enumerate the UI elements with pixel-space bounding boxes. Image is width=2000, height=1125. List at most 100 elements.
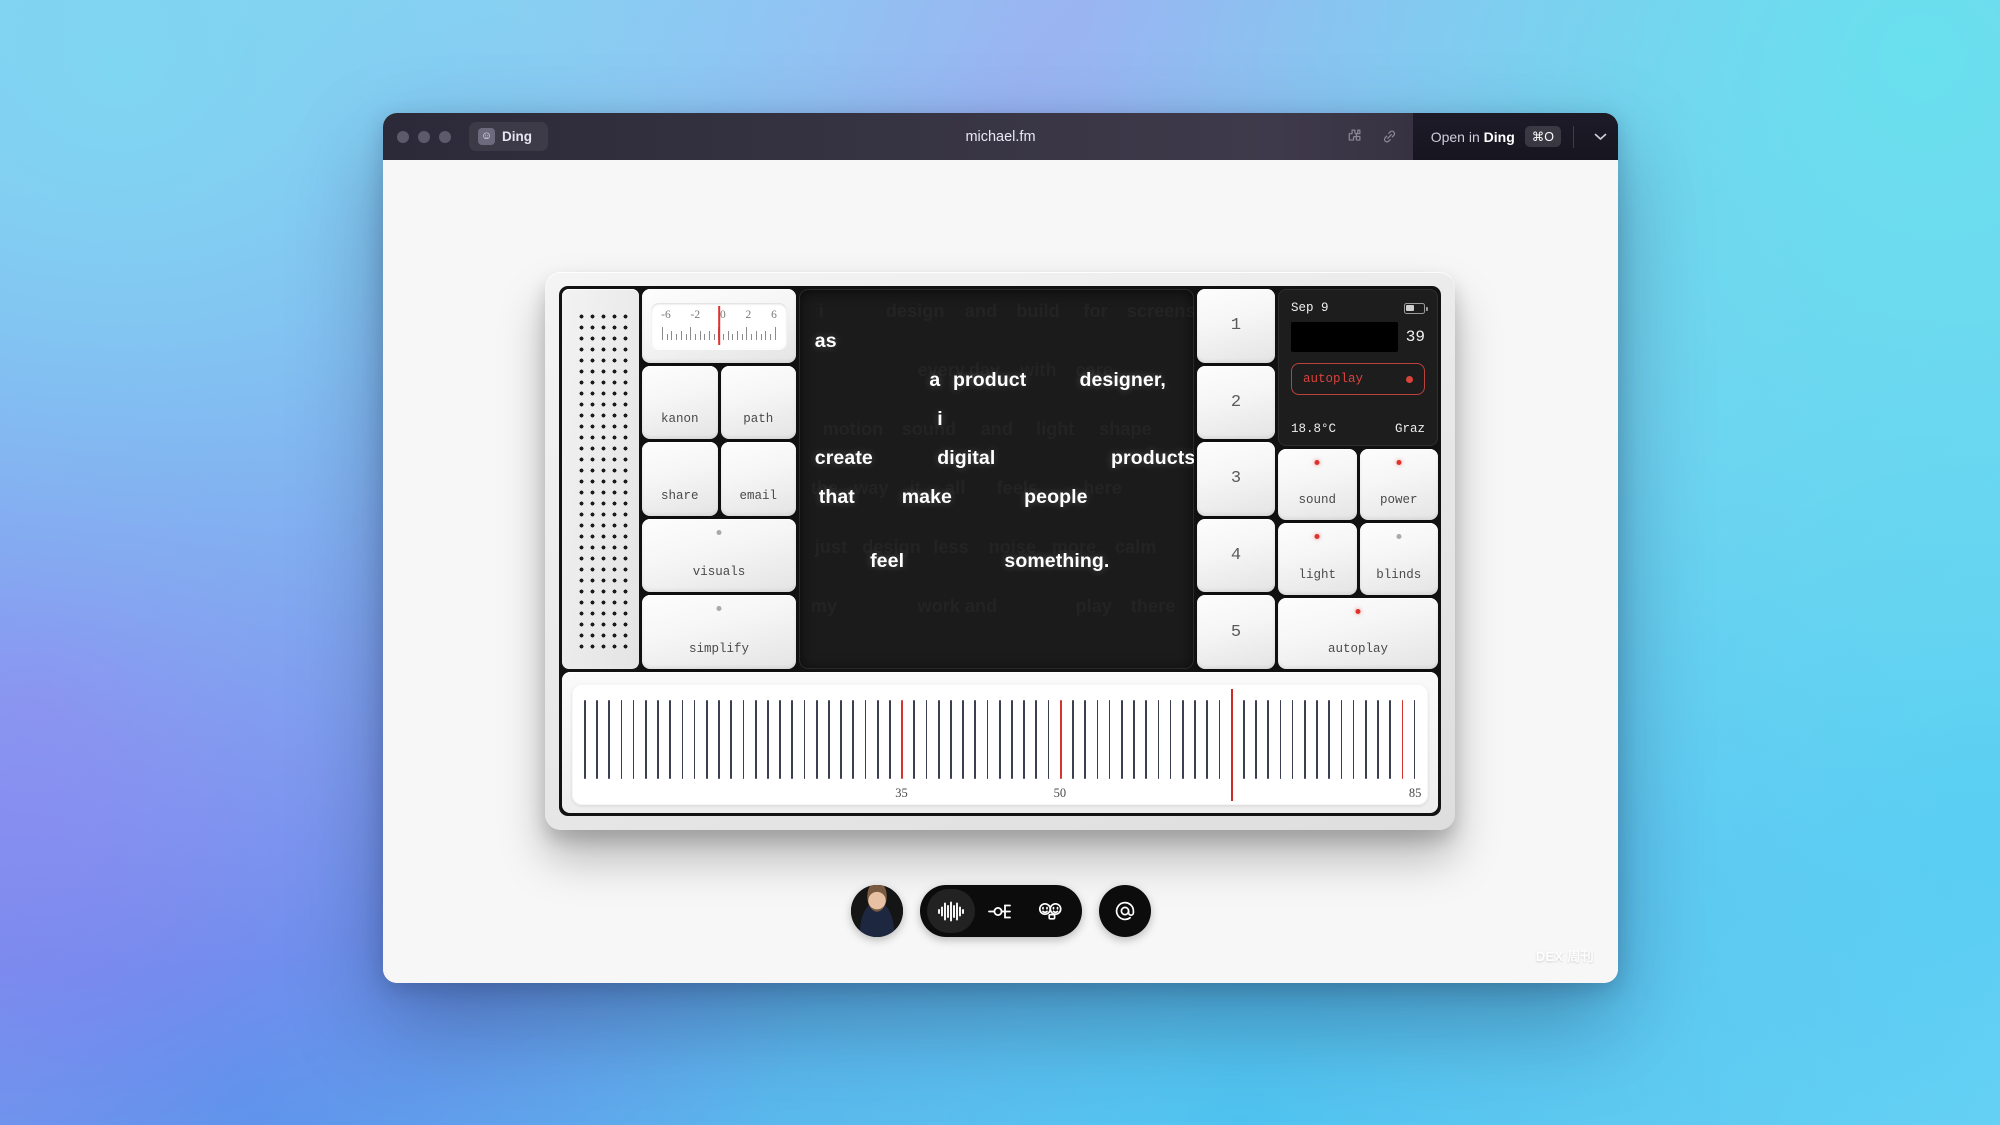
left-key-cluster: -6 -2 0 2 6 kanon path share email visua… bbox=[642, 289, 796, 669]
key-power[interactable]: power bbox=[1359, 449, 1438, 521]
display-bg-word: and bbox=[965, 301, 997, 322]
faces-icon[interactable] bbox=[1027, 889, 1075, 933]
ruler-tick bbox=[644, 700, 647, 779]
ruler-tick bbox=[876, 700, 879, 779]
display-fg-word: i bbox=[937, 407, 943, 430]
display-bg-word: screens bbox=[1127, 301, 1194, 322]
ruler-tick bbox=[1352, 700, 1355, 779]
ruler-label: 50 bbox=[1053, 786, 1067, 800]
key-row-2: share email bbox=[642, 442, 796, 516]
vu-meter[interactable]: -6 -2 0 2 6 bbox=[642, 289, 796, 363]
key-sound[interactable]: sound bbox=[1278, 449, 1357, 521]
mail-button[interactable] bbox=[1098, 885, 1151, 937]
autoplay-status-badge[interactable]: autoplay bbox=[1291, 363, 1425, 395]
key-label: power bbox=[1379, 493, 1418, 508]
vu-scale-label: -2 bbox=[690, 308, 701, 321]
timeline-ruler[interactable]: 35 50 85 bbox=[572, 684, 1428, 805]
key-kanon[interactable]: kanon bbox=[642, 365, 718, 440]
key-label: 4 bbox=[1230, 546, 1242, 566]
display-fg-word: create bbox=[814, 446, 873, 469]
status-mid-row: 39 bbox=[1291, 322, 1425, 352]
key-label: share bbox=[660, 488, 699, 503]
close-window-button[interactable] bbox=[397, 130, 409, 143]
key-label: kanon bbox=[660, 412, 699, 427]
right-key-row-1: sound power bbox=[1278, 449, 1438, 521]
ruler-tick bbox=[1035, 700, 1038, 779]
ruler-tick bbox=[583, 700, 586, 779]
autoplay-status-label: autoplay bbox=[1303, 372, 1364, 386]
ruler-tick bbox=[779, 700, 781, 779]
open-in-ding-button[interactable]: Open in Ding ⌘O bbox=[1412, 113, 1618, 160]
key-label: 3 bbox=[1230, 469, 1242, 489]
vu-tick bbox=[774, 326, 776, 340]
window-titlebar: ☺ Ding michael.fm Open in Ding ⌘O bbox=[383, 113, 1618, 160]
ruler-tick bbox=[815, 700, 818, 779]
ruler-tick bbox=[1181, 700, 1184, 779]
window-traffic-lights[interactable] bbox=[397, 130, 451, 143]
status-date: Sep 9 bbox=[1291, 301, 1329, 315]
ruler-tick bbox=[718, 700, 720, 779]
maximize-window-button[interactable] bbox=[439, 130, 451, 143]
key-num-1[interactable]: 1 bbox=[1197, 289, 1275, 363]
key-label: 5 bbox=[1230, 622, 1242, 642]
ruler-tick bbox=[791, 700, 794, 779]
right-key-row-3: autoplay bbox=[1278, 597, 1438, 669]
key-num-3[interactable]: 3 bbox=[1197, 442, 1275, 516]
ruler-tick bbox=[962, 700, 964, 779]
display-fg-word: make bbox=[901, 485, 952, 508]
vu-tick bbox=[680, 330, 682, 340]
ruler-tick bbox=[730, 700, 733, 779]
display-fg-word: that bbox=[818, 485, 855, 508]
key-path[interactable]: path bbox=[720, 365, 796, 440]
device-upper-section: -6 -2 0 2 6 kanon path share email visua… bbox=[562, 289, 1438, 669]
vu-tick bbox=[708, 330, 710, 340]
ruler-playhead[interactable] bbox=[1231, 689, 1234, 801]
minimize-window-button[interactable] bbox=[418, 130, 430, 143]
display-bg-word: just bbox=[815, 537, 847, 558]
status-top-row: Sep 9 bbox=[1291, 301, 1428, 315]
vu-tick bbox=[737, 330, 739, 340]
key-num-4[interactable]: 4 bbox=[1197, 518, 1275, 593]
vu-tick bbox=[713, 333, 715, 340]
ruler-tick bbox=[1206, 700, 1209, 779]
autoplay-indicator-icon bbox=[1406, 375, 1413, 383]
key-label: simplify bbox=[688, 641, 749, 656]
link-icon[interactable] bbox=[1375, 124, 1405, 150]
key-visuals[interactable]: visuals bbox=[642, 518, 796, 593]
key-email[interactable]: email bbox=[720, 442, 796, 516]
ruler-tick bbox=[1267, 700, 1270, 779]
tab-ding[interactable]: ☺ Ding bbox=[469, 122, 548, 151]
dock-tool-pill bbox=[919, 885, 1082, 937]
timeline-ruler-panel[interactable]: 35 50 85 bbox=[562, 672, 1438, 813]
vu-tick bbox=[671, 330, 673, 340]
waveform-icon[interactable] bbox=[926, 889, 975, 933]
ruler-tick bbox=[632, 700, 635, 779]
key-row-4: simplify bbox=[642, 595, 796, 669]
titlebar-actions: Open in Ding ⌘O bbox=[1339, 113, 1618, 160]
vu-scale-label: 2 bbox=[745, 308, 752, 321]
avatar[interactable] bbox=[850, 885, 903, 937]
ruler-ticks bbox=[583, 700, 1416, 779]
key-num-2[interactable]: 2 bbox=[1197, 365, 1275, 440]
display-bg-word: build bbox=[1016, 301, 1060, 322]
key-row-1: kanon path bbox=[642, 365, 796, 440]
key-simplify[interactable]: simplify bbox=[642, 595, 796, 669]
key-num-5[interactable]: 5 bbox=[1197, 595, 1275, 669]
vu-tick bbox=[662, 326, 664, 340]
at-sign-icon bbox=[1115, 901, 1134, 921]
node-branch-icon[interactable] bbox=[977, 889, 1025, 933]
key-blinds[interactable]: blinds bbox=[1359, 523, 1438, 595]
key-light[interactable]: light bbox=[1278, 523, 1357, 595]
puzzle-piece-icon[interactable] bbox=[1339, 124, 1369, 150]
ruler-tick bbox=[1194, 700, 1196, 779]
key-share[interactable]: share bbox=[642, 442, 718, 516]
vu-tick bbox=[723, 333, 724, 340]
key-autoplay[interactable]: autoplay bbox=[1278, 597, 1438, 669]
keyboard-shortcut-badge: ⌘O bbox=[1524, 126, 1561, 147]
ruler-tick bbox=[1377, 700, 1379, 779]
vu-tick bbox=[694, 333, 696, 340]
chevron-down-icon[interactable] bbox=[1586, 130, 1614, 144]
ruler-tick bbox=[1145, 700, 1147, 779]
main-text-display[interactable]: idesignandbuildforscreenseverydaywithcar… bbox=[799, 289, 1194, 669]
display-bg-word: design bbox=[886, 301, 945, 322]
